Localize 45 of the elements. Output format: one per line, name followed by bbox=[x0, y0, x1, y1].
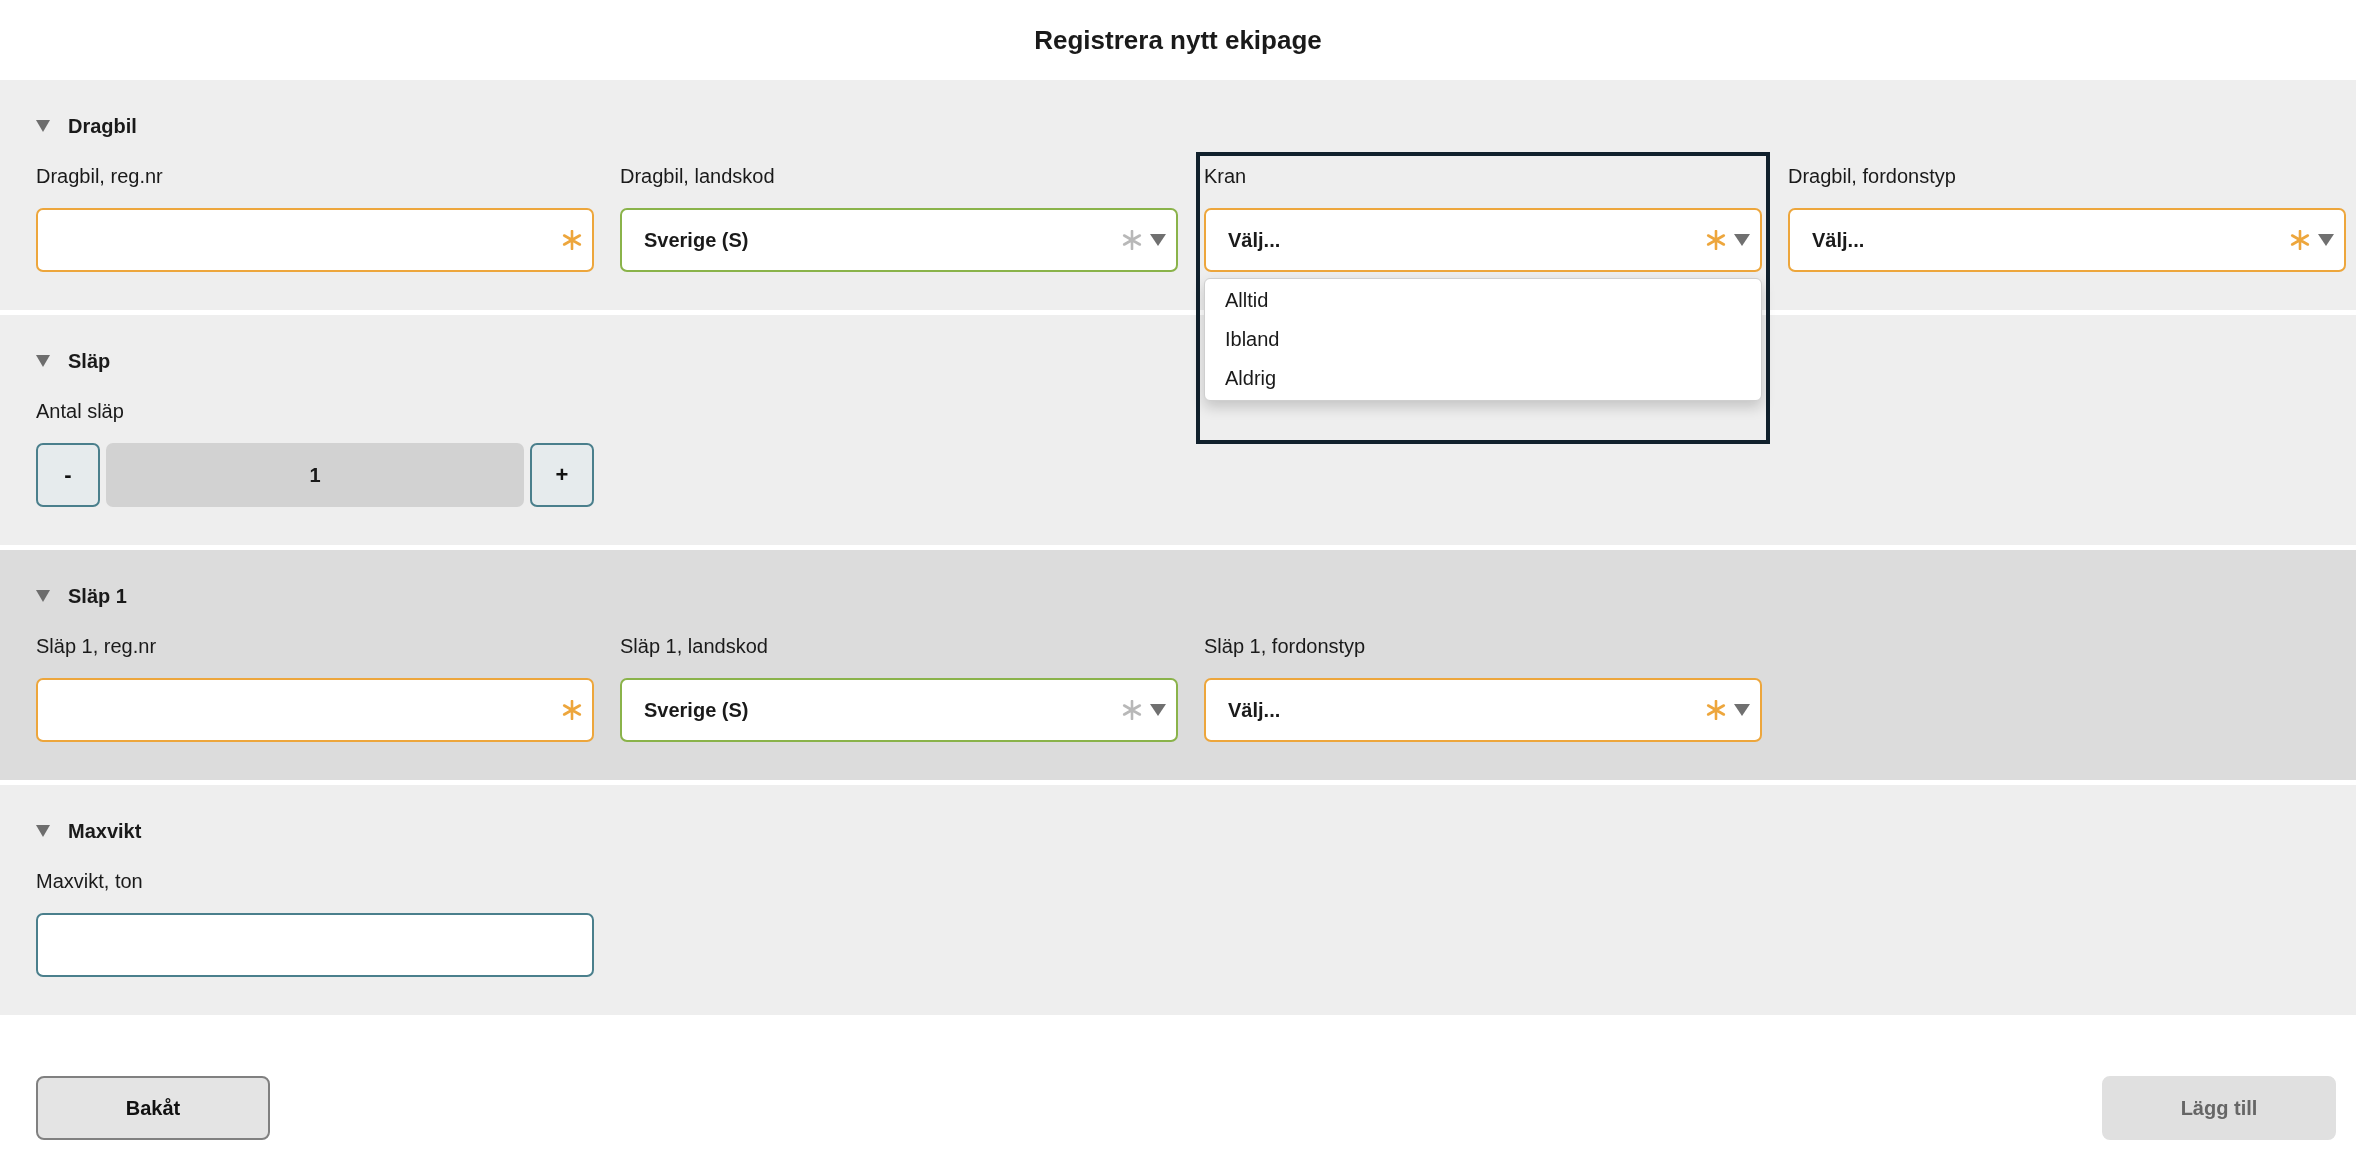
section-title: Maxvikt bbox=[68, 819, 142, 843]
collapse-caret-icon[interactable] bbox=[36, 825, 50, 837]
select-field[interactable]: Sverige (S) bbox=[620, 678, 1178, 742]
back-button[interactable]: Bakåt bbox=[36, 1076, 270, 1140]
required-asterisk-icon bbox=[2290, 230, 2310, 250]
required-asterisk-icon bbox=[1706, 700, 1726, 720]
dropdown-caret-icon bbox=[1150, 234, 1166, 246]
input-field[interactable] bbox=[36, 208, 594, 272]
field-label: Släp 1, landskod bbox=[620, 634, 768, 659]
field-label: Maxvikt, ton bbox=[36, 869, 143, 894]
required-asterisk-icon bbox=[1122, 700, 1142, 720]
collapse-caret-icon[interactable] bbox=[36, 355, 50, 367]
input-field[interactable] bbox=[36, 678, 594, 742]
required-asterisk-icon bbox=[1706, 230, 1726, 250]
dropdown-caret-icon bbox=[1734, 234, 1750, 246]
dropdown-caret-icon bbox=[1734, 704, 1750, 716]
field-label: Kran bbox=[1204, 164, 1247, 189]
dropdown-caret-icon bbox=[2318, 234, 2334, 246]
select-field[interactable]: Välj... bbox=[1204, 678, 1762, 742]
required-asterisk-icon bbox=[1122, 230, 1142, 250]
count-field[interactable]: 1 bbox=[106, 443, 524, 507]
dropdown-option[interactable]: Alltid bbox=[1205, 281, 1761, 320]
field-label: Släp 1, reg.nr bbox=[36, 634, 157, 659]
increment-button[interactable]: + bbox=[530, 443, 594, 507]
dropdown-caret-icon bbox=[1150, 704, 1166, 716]
required-asterisk-icon bbox=[562, 230, 582, 250]
field-label: Släp 1, fordonstyp bbox=[1204, 634, 1366, 659]
section-title: Släp 1 bbox=[68, 584, 127, 608]
collapse-caret-icon[interactable] bbox=[36, 120, 50, 132]
required-asterisk-icon bbox=[562, 700, 582, 720]
select-field[interactable]: Välj... bbox=[1788, 208, 2346, 272]
select-field[interactable]: Sverige (S) bbox=[620, 208, 1178, 272]
field-label: Dragbil, reg.nr bbox=[36, 164, 163, 189]
dropdown-option[interactable]: Ibland bbox=[1205, 320, 1761, 359]
page-title: Registrera nytt ekipage bbox=[1034, 24, 1322, 56]
select-field[interactable]: Välj... bbox=[1204, 208, 1762, 272]
input-field[interactable] bbox=[36, 913, 594, 977]
section-title: Dragbil bbox=[68, 114, 137, 138]
field-label: Dragbil, landskod bbox=[620, 164, 775, 189]
section-title: Släp bbox=[68, 349, 111, 373]
field-label: Antal släp bbox=[36, 399, 124, 424]
dropdown-option[interactable]: Aldrig bbox=[1205, 359, 1761, 398]
decrement-button[interactable]: - bbox=[36, 443, 100, 507]
collapse-caret-icon[interactable] bbox=[36, 590, 50, 602]
field-label: Dragbil, fordonstyp bbox=[1788, 164, 1956, 189]
